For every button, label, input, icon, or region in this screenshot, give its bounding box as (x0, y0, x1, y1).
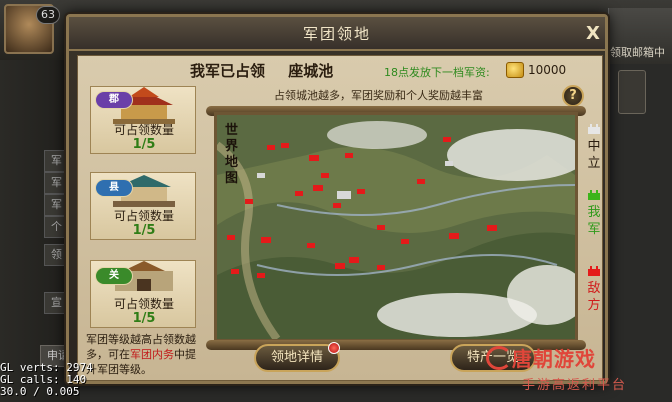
watermark-title: 唐朝游戏 (512, 347, 596, 371)
close-button[interactable]: X (581, 22, 605, 46)
city-capacity-label: 可占领数量 (113, 209, 174, 223)
watermark-subtitle: 手游高返利平台 (522, 378, 628, 393)
county-badge: 县 (95, 179, 133, 197)
notification-dot-icon (328, 342, 340, 354)
legend-label: 我军 (587, 205, 601, 237)
map-title: 世界地图 (225, 123, 239, 186)
debug-stats: GL verts: 2974 GL calls: 140 30.0 / 0.00… (0, 362, 93, 398)
city-capacity-label: 可占领数量 (113, 297, 174, 311)
legend-label: 敌方 (587, 281, 601, 313)
legend-label: 中立 (587, 139, 601, 171)
occupied-header: 我军已占领 座城池 (190, 60, 351, 81)
city-card-county[interactable]: 县 可占领数量 1/5 (90, 172, 196, 240)
dialog-title: 军团领地 (302, 25, 371, 43)
button-label: 领地详情 (270, 350, 323, 365)
reward-value: 10000 (528, 63, 567, 77)
prefecture-badge: 郡 (95, 91, 133, 109)
reward-text: 18点发放下一档军资: (384, 66, 490, 79)
city-capacity-count: 1/5 (132, 311, 156, 326)
debug-line: 30.0 / 0.005 (0, 385, 80, 398)
city-unit-label: 座城池 (288, 62, 334, 80)
city-capacity-label: 可占领数量 (113, 123, 174, 137)
legend-enemy: 敌方 (584, 266, 604, 314)
world-map[interactable]: 世界地图 (214, 112, 578, 342)
legend-neutral: 中立 (584, 124, 604, 172)
side-arrow-button[interactable] (618, 70, 646, 114)
gold-ingot-icon (506, 62, 524, 78)
legion-territory-dialog: 军团领地 X 我军已占领 座城池 18点发放下一档军资: 10000 占领城池越… (66, 14, 608, 384)
dialog-content: 我军已占领 座城池 18点发放下一档军资: 10000 占领城池越多，军团奖励和… (77, 55, 603, 381)
mail-label: 领取邮箱中 (610, 46, 665, 59)
city-card-pass[interactable]: 关 可占领数量 1/5 (90, 260, 196, 328)
legion-affairs-link[interactable]: 军团内务 (130, 348, 174, 361)
occupied-label: 我军已占领 (190, 62, 266, 80)
city-capacity-count: 1/5 (132, 223, 156, 238)
help-button[interactable]: ? (562, 85, 584, 107)
watermark-logo-icon (486, 346, 512, 370)
pass-badge: 关 (95, 267, 133, 285)
world-map-terrain (217, 115, 575, 339)
player-level-badge: 63 (36, 6, 60, 24)
ally-castle-icon (588, 190, 600, 200)
reward-subtitle: 占领城池越多，军团奖励和个人奖励越丰富 (274, 89, 483, 102)
city-capacity-count: 1/5 (132, 137, 156, 152)
enemy-castle-icon (588, 266, 600, 276)
city-card-prefecture[interactable]: 郡 可占领数量 1/5 (90, 86, 196, 154)
territory-details-button[interactable]: 领地详情 (254, 342, 340, 372)
neutral-castle-icon (588, 124, 600, 134)
level-note: 军团等级越高占领数越多，可在军团内务中提升军团等级。 (86, 332, 206, 377)
dialog-title-bar: 军团领地 X (69, 17, 605, 51)
legend-ally: 我军 (584, 190, 604, 238)
